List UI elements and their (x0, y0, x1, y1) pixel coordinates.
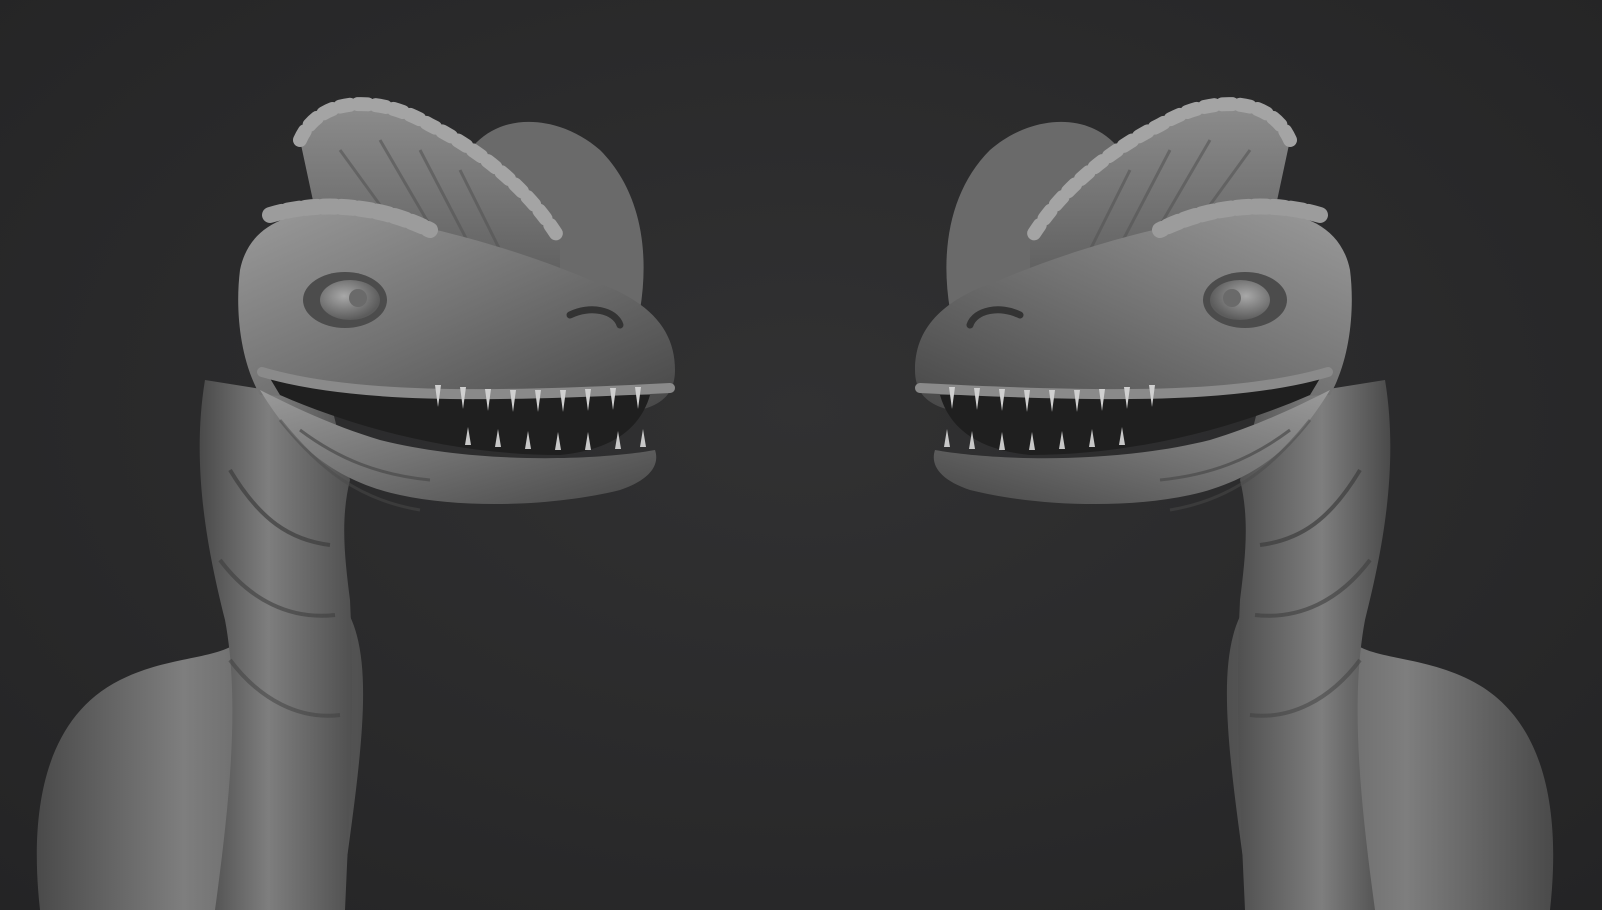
sculpt-render (0, 0, 1602, 910)
render-viewport (0, 0, 1602, 910)
dinosaur-left-view (37, 104, 675, 910)
dinosaur-right-view (915, 104, 1553, 910)
